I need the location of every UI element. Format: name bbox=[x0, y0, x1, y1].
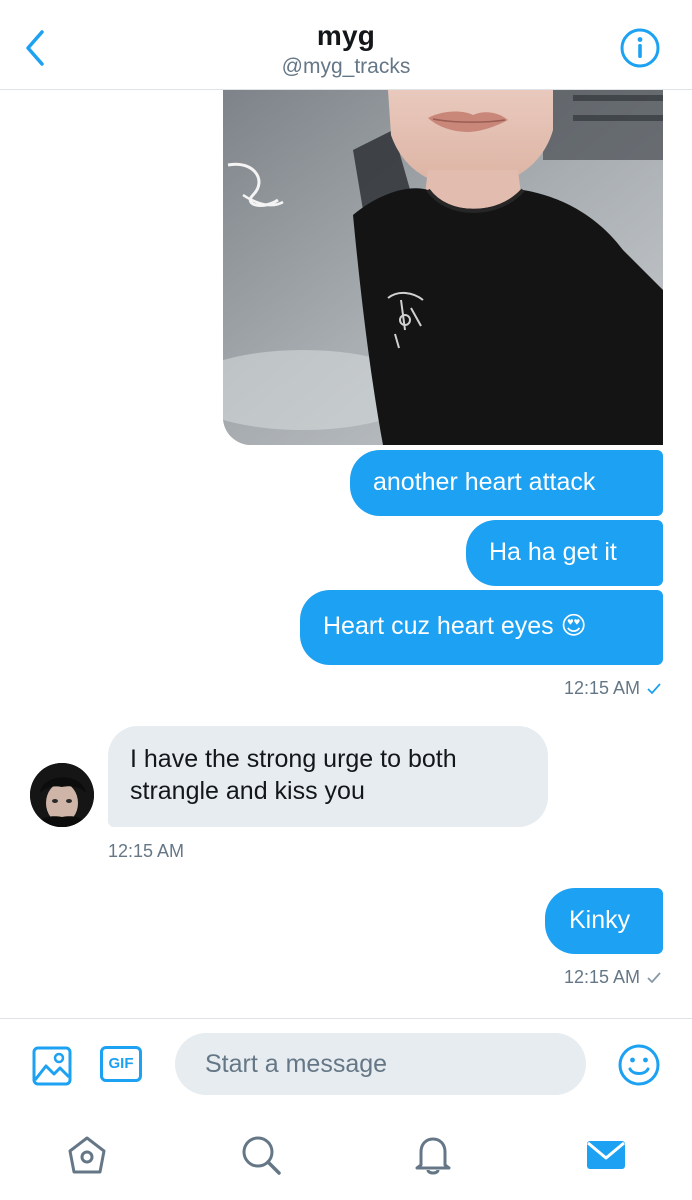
message-text: Ha ha get it bbox=[489, 538, 617, 566]
sent-message-bubble[interactable]: Heart cuz heart eyes 😍 bbox=[300, 590, 663, 665]
gif-label: GIF bbox=[108, 1055, 134, 1072]
avatar-image bbox=[30, 763, 94, 827]
info-icon bbox=[620, 28, 660, 68]
sent-message-bubble[interactable]: Kinky bbox=[545, 888, 663, 954]
tab-notifications[interactable] bbox=[410, 1132, 456, 1178]
photo-illustration bbox=[223, 90, 663, 445]
gif-button[interactable]: GIF bbox=[100, 1046, 142, 1082]
message-text: Kinky bbox=[569, 906, 631, 934]
message-input[interactable] bbox=[175, 1033, 586, 1095]
tab-search[interactable] bbox=[238, 1132, 284, 1178]
message-text: Heart cuz heart eyes 😍 bbox=[323, 612, 587, 640]
message-timestamp: 12:15 AM bbox=[564, 967, 662, 988]
smiley-icon bbox=[618, 1044, 660, 1086]
received-message-bubble[interactable]: I have the strong urge to both strangle … bbox=[108, 726, 548, 827]
emoji-button[interactable] bbox=[617, 1043, 661, 1087]
message-timestamp: 12:15 AM bbox=[108, 841, 185, 861]
home-icon bbox=[68, 1136, 106, 1174]
message-timestamp: 12:15 AM bbox=[564, 678, 662, 699]
message-composer: GIF bbox=[0, 1018, 692, 1110]
messages-icon bbox=[587, 1141, 625, 1169]
message-text: another heart attack bbox=[373, 468, 596, 496]
info-button[interactable] bbox=[619, 27, 661, 69]
conversation-title[interactable]: myg bbox=[0, 20, 692, 52]
sent-message-bubble[interactable]: another heart attack bbox=[350, 450, 663, 516]
bottom-tab-bar bbox=[0, 1110, 692, 1200]
shared-photo[interactable] bbox=[223, 90, 663, 445]
sent-message-bubble[interactable]: Ha ha get it bbox=[466, 520, 663, 586]
image-icon bbox=[32, 1046, 72, 1086]
conversation-header: myg @myg_tracks bbox=[0, 0, 692, 90]
avatar[interactable] bbox=[30, 763, 94, 827]
message-thread[interactable]: another heart attack Ha ha get it Heart … bbox=[0, 90, 692, 1018]
message-text: I have the strong urge to both strangle … bbox=[130, 745, 457, 805]
tab-home[interactable] bbox=[64, 1132, 110, 1178]
sent-check-icon bbox=[647, 972, 661, 984]
conversation-handle[interactable]: @myg_tracks bbox=[0, 55, 692, 79]
add-photo-button[interactable] bbox=[32, 1046, 72, 1086]
notifications-icon bbox=[415, 1137, 451, 1175]
read-check-icon bbox=[647, 683, 661, 695]
search-icon bbox=[242, 1136, 281, 1175]
tab-messages[interactable] bbox=[583, 1132, 629, 1178]
